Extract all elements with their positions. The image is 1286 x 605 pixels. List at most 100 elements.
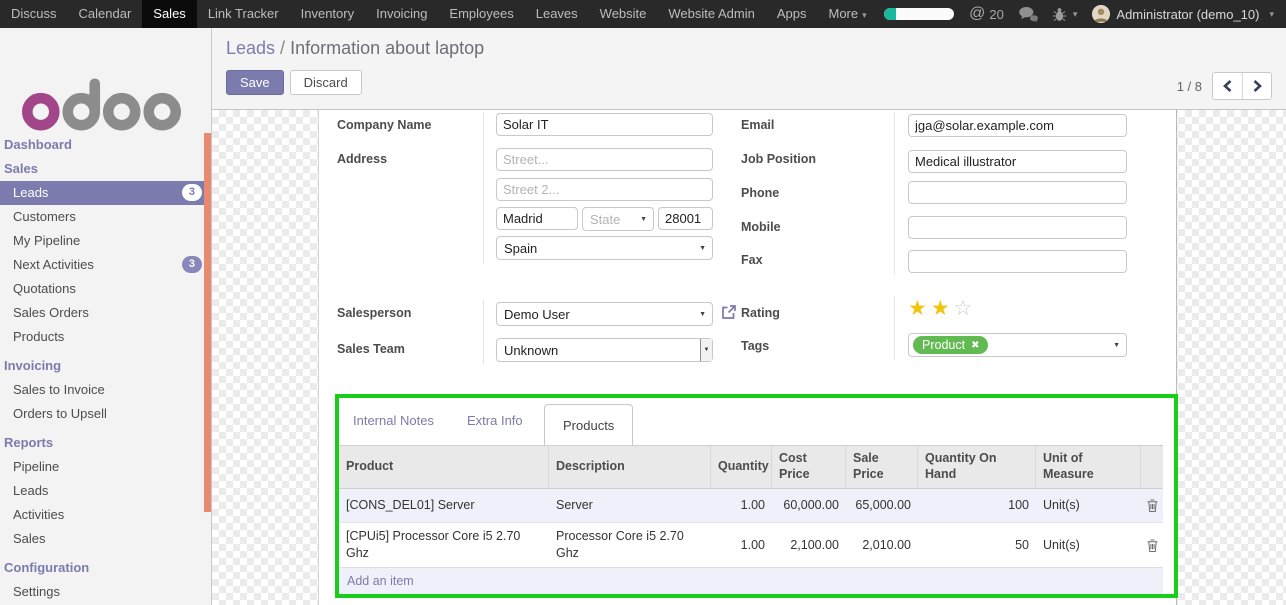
job-position-field[interactable] (908, 150, 1127, 173)
nav-more[interactable]: More▾ (818, 0, 878, 29)
nav-invoicing[interactable]: Invoicing (365, 0, 438, 28)
sidebar-item-activities-report[interactable]: Activities (0, 503, 211, 527)
company-name-field[interactable] (496, 113, 713, 136)
sidebar-item-sales-to-invoice[interactable]: Sales to Invoice (0, 378, 211, 402)
mobile-label: Mobile (741, 220, 781, 234)
nav-inventory[interactable]: Inventory (290, 0, 365, 28)
table-row[interactable]: [CPUi5] Processor Core i5 2.70 Ghz Proce… (339, 522, 1163, 567)
salesperson-select[interactable]: Demo User ▼ (496, 302, 713, 326)
top-navbar: Discuss Calendar Sales Link Tracker Inve… (0, 0, 1286, 28)
phone-label: Phone (741, 186, 779, 200)
city-field[interactable] (496, 207, 578, 230)
nav-calendar[interactable]: Calendar (68, 0, 143, 28)
tab-extra-info[interactable]: Extra Info (467, 398, 523, 443)
rating-star-filled[interactable]: ★ (908, 296, 931, 320)
mention-count: 20 (989, 7, 1003, 22)
delete-row-button[interactable] (1141, 539, 1163, 552)
remove-tag-icon[interactable]: ✖ (971, 340, 979, 351)
rating-star-empty[interactable]: ☆ (954, 296, 977, 320)
cell-qty-on-hand: 50 (918, 537, 1036, 554)
sidebar-scrollbar-thumb[interactable] (204, 133, 211, 512)
tab-products[interactable]: Products (544, 404, 633, 445)
breadcrumb-leads-link[interactable]: Leads (226, 38, 275, 58)
column-header-description[interactable]: Description (549, 446, 711, 488)
breadcrumb-current: Information about laptop (290, 38, 484, 58)
email-field[interactable] (908, 114, 1127, 137)
zip-field[interactable] (658, 207, 713, 230)
sidebar-item-settings[interactable]: Settings (0, 580, 211, 604)
rating-label: Rating (741, 306, 780, 320)
sidebar-item-my-pipeline[interactable]: My Pipeline (0, 229, 211, 253)
discard-button[interactable]: Discard (290, 70, 362, 95)
sidebar-item-next-activities[interactable]: Next Activities 3 (0, 253, 211, 277)
chevron-down-icon: ▼ (699, 311, 712, 318)
pager-next-button[interactable] (1242, 73, 1271, 99)
user-menu[interactable]: Administrator (demo_10) ▾ (1092, 5, 1274, 23)
column-header-uom[interactable]: Unit of Measure (1036, 446, 1141, 488)
nav-website[interactable]: Website (589, 0, 658, 28)
nav-sales[interactable]: Sales (142, 0, 197, 28)
street2-field[interactable] (496, 178, 713, 201)
street-field[interactable] (496, 148, 713, 171)
next-activities-count-badge: 3 (182, 256, 202, 273)
add-an-item-link[interactable]: Add an item (339, 567, 1163, 594)
delete-row-button[interactable] (1141, 499, 1163, 512)
column-header-sale-price[interactable]: Sale Price (846, 446, 918, 488)
group-divider (483, 112, 484, 264)
tag-product: Product ✖ (913, 336, 988, 354)
nav-discuss[interactable]: Discuss (0, 0, 68, 28)
sidebar-heading-sales[interactable]: Sales (0, 157, 211, 181)
tags-select[interactable]: Product ✖ ▼ (908, 333, 1127, 357)
mobile-field[interactable] (908, 216, 1127, 239)
trash-icon (1147, 499, 1158, 512)
sidebar-item-orders-to-upsell[interactable]: Orders to Upsell (0, 402, 211, 426)
pager-previous-button[interactable] (1213, 73, 1242, 99)
chevron-down-icon: ▾ (1073, 9, 1078, 20)
table-row[interactable]: [CONS_DEL01] Server Server 1.00 60,000.0… (339, 489, 1163, 522)
phone-field[interactable] (908, 181, 1127, 204)
cell-cost-price: 60,000.00 (772, 497, 846, 514)
sidebar-item-leads[interactable]: Leads 3 (0, 181, 211, 205)
cell-product: [CONS_DEL01] Server (339, 497, 549, 514)
open-salesperson-button[interactable] (721, 304, 737, 323)
column-header-qty-on-hand[interactable]: Quantity On Hand (918, 446, 1036, 488)
column-header-quantity[interactable]: Quantity (711, 446, 772, 488)
sidebar-heading-reports[interactable]: Reports (0, 431, 211, 455)
rating-star-filled[interactable]: ★ (931, 296, 954, 320)
nav-website-admin[interactable]: Website Admin (657, 0, 765, 28)
messages-button[interactable] (1019, 7, 1038, 22)
sidebar-item-products[interactable]: Products (0, 325, 211, 349)
state-select[interactable]: State ▼ (582, 207, 654, 231)
nav-apps[interactable]: Apps (766, 0, 818, 28)
sidebar-item-pipeline-report[interactable]: Pipeline (0, 455, 211, 479)
column-header-cost-price[interactable]: Cost Price (772, 446, 846, 488)
debug-menu-button[interactable]: ▾ (1053, 7, 1078, 22)
sidebar-heading-invoicing[interactable]: Invoicing (0, 354, 211, 378)
save-button[interactable]: Save (226, 70, 284, 95)
nav-leaves[interactable]: Leaves (525, 0, 589, 28)
sidebar-heading-dashboard[interactable]: Dashboard (0, 133, 211, 157)
sidebar-heading-configuration[interactable]: Configuration (0, 556, 211, 580)
tab-internal-notes[interactable]: Internal Notes (353, 398, 434, 443)
salesperson-label: Salesperson (337, 306, 411, 320)
tags-label: Tags (741, 339, 769, 353)
sidebar-item-leads-report[interactable]: Leads (0, 479, 211, 503)
sidebar-item-customers[interactable]: Customers (0, 205, 211, 229)
sidebar-item-sales-report[interactable]: Sales (0, 527, 211, 551)
sales-team-select[interactable]: Unknown ▼ (496, 338, 713, 362)
control-panel: Leads/Information about laptop Save Disc… (212, 28, 1286, 110)
chevron-left-icon (1223, 80, 1232, 92)
sales-team-label: Sales Team (337, 342, 405, 356)
sidebar-item-quotations[interactable]: Quotations (0, 277, 211, 301)
country-select[interactable]: Spain ▼ (496, 236, 713, 260)
cell-product: [CPUi5] Processor Core i5 2.70 Ghz (339, 528, 549, 562)
nav-employees[interactable]: Employees (438, 0, 524, 28)
nav-link-tracker[interactable]: Link Tracker (197, 0, 290, 28)
bug-icon (1053, 7, 1066, 22)
sidebar-menu: Dashboard Sales Leads 3 Customers My Pip… (0, 133, 211, 604)
mention-counter[interactable]: @ 20 (969, 5, 1004, 23)
chevron-right-icon (1253, 80, 1262, 92)
column-header-product[interactable]: Product (339, 446, 549, 488)
fax-field[interactable] (908, 250, 1127, 273)
sidebar-item-sales-orders[interactable]: Sales Orders (0, 301, 211, 325)
